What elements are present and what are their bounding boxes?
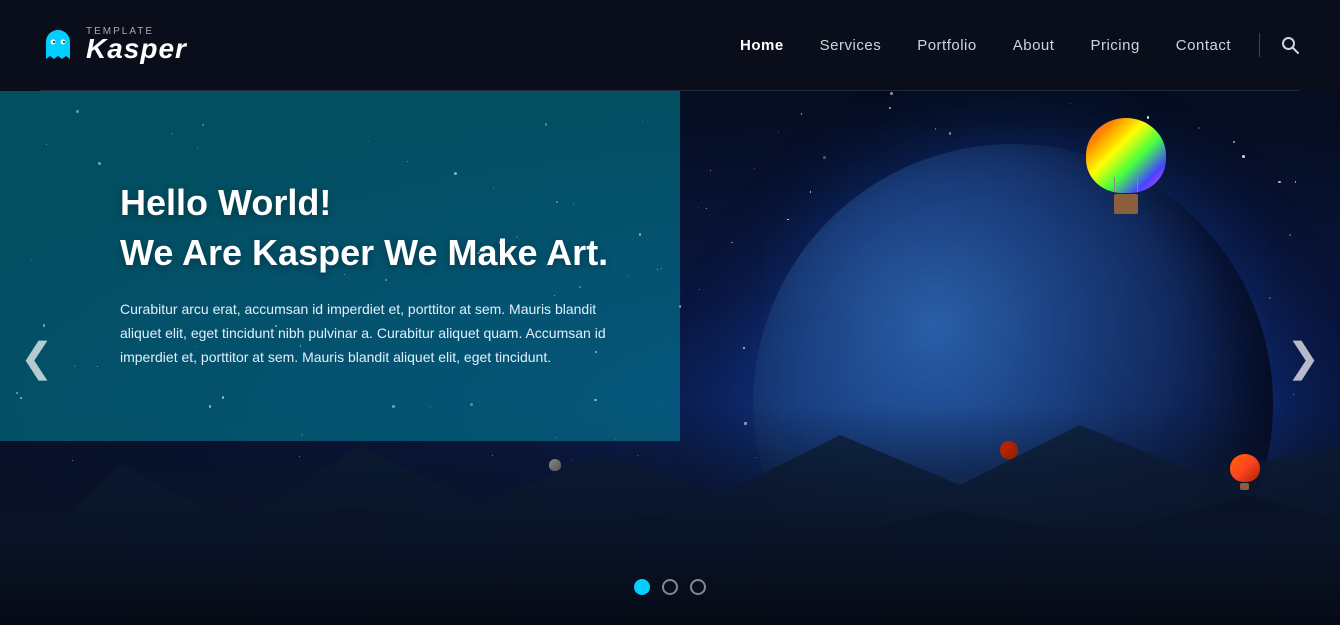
balloon-basket-main — [1114, 194, 1138, 214]
prev-slide-button[interactable]: ❮ — [0, 328, 74, 388]
main-balloon — [1086, 118, 1166, 218]
balloon-envelope-small1 — [1230, 454, 1260, 483]
nav-portfolio[interactable]: Portfolio — [899, 37, 995, 54]
small-balloon-2 — [1000, 441, 1018, 465]
nav-home[interactable]: Home — [722, 37, 802, 54]
logo-name: Kasper — [86, 33, 187, 64]
logo-text-container: TEMPLATE Kasper — [86, 26, 187, 65]
balloon-envelope-small3 — [549, 459, 561, 471]
nav-divider — [1259, 33, 1260, 57]
search-icon — [1280, 35, 1300, 55]
hero-content-box: Hello World! We Are Kasper We Make Art. … — [0, 91, 680, 441]
nav-contact[interactable]: Contact — [1158, 37, 1249, 54]
main-nav: Home Services Portfolio About Pricing Co… — [722, 33, 1300, 57]
search-button[interactable] — [1270, 35, 1300, 55]
ghost-icon — [40, 27, 76, 63]
hero-description: Curabitur arcu erat, accumsan id imperdi… — [120, 298, 610, 369]
header: TEMPLATE Kasper Home Services Portfolio … — [0, 0, 1340, 90]
nav-about[interactable]: About — [995, 37, 1073, 54]
slide-dot-1[interactable] — [634, 579, 650, 595]
balloon-envelope-main — [1086, 118, 1166, 193]
balloon-basket-small1 — [1240, 483, 1249, 491]
slide-dots — [634, 579, 706, 595]
logo-area: TEMPLATE Kasper — [40, 26, 187, 65]
hero-title-line1: Hello World! — [120, 182, 620, 224]
small-balloon-1 — [1230, 454, 1260, 492]
next-slide-button[interactable]: ❯ — [1266, 328, 1340, 388]
balloon-envelope-small2 — [1000, 441, 1018, 459]
slide-dot-3[interactable] — [690, 579, 706, 595]
nav-pricing[interactable]: Pricing — [1072, 37, 1157, 54]
hero-section: Hello World! We Are Kasper We Make Art. … — [0, 91, 1340, 625]
balloon-rope-right — [1137, 177, 1138, 192]
slide-dot-2[interactable] — [662, 579, 678, 595]
small-balloon-3 — [549, 459, 561, 475]
balloon-rope-left — [1114, 177, 1115, 192]
nav-services[interactable]: Services — [802, 37, 900, 54]
hero-title-line2: We Are Kasper We Make Art. — [120, 232, 620, 274]
